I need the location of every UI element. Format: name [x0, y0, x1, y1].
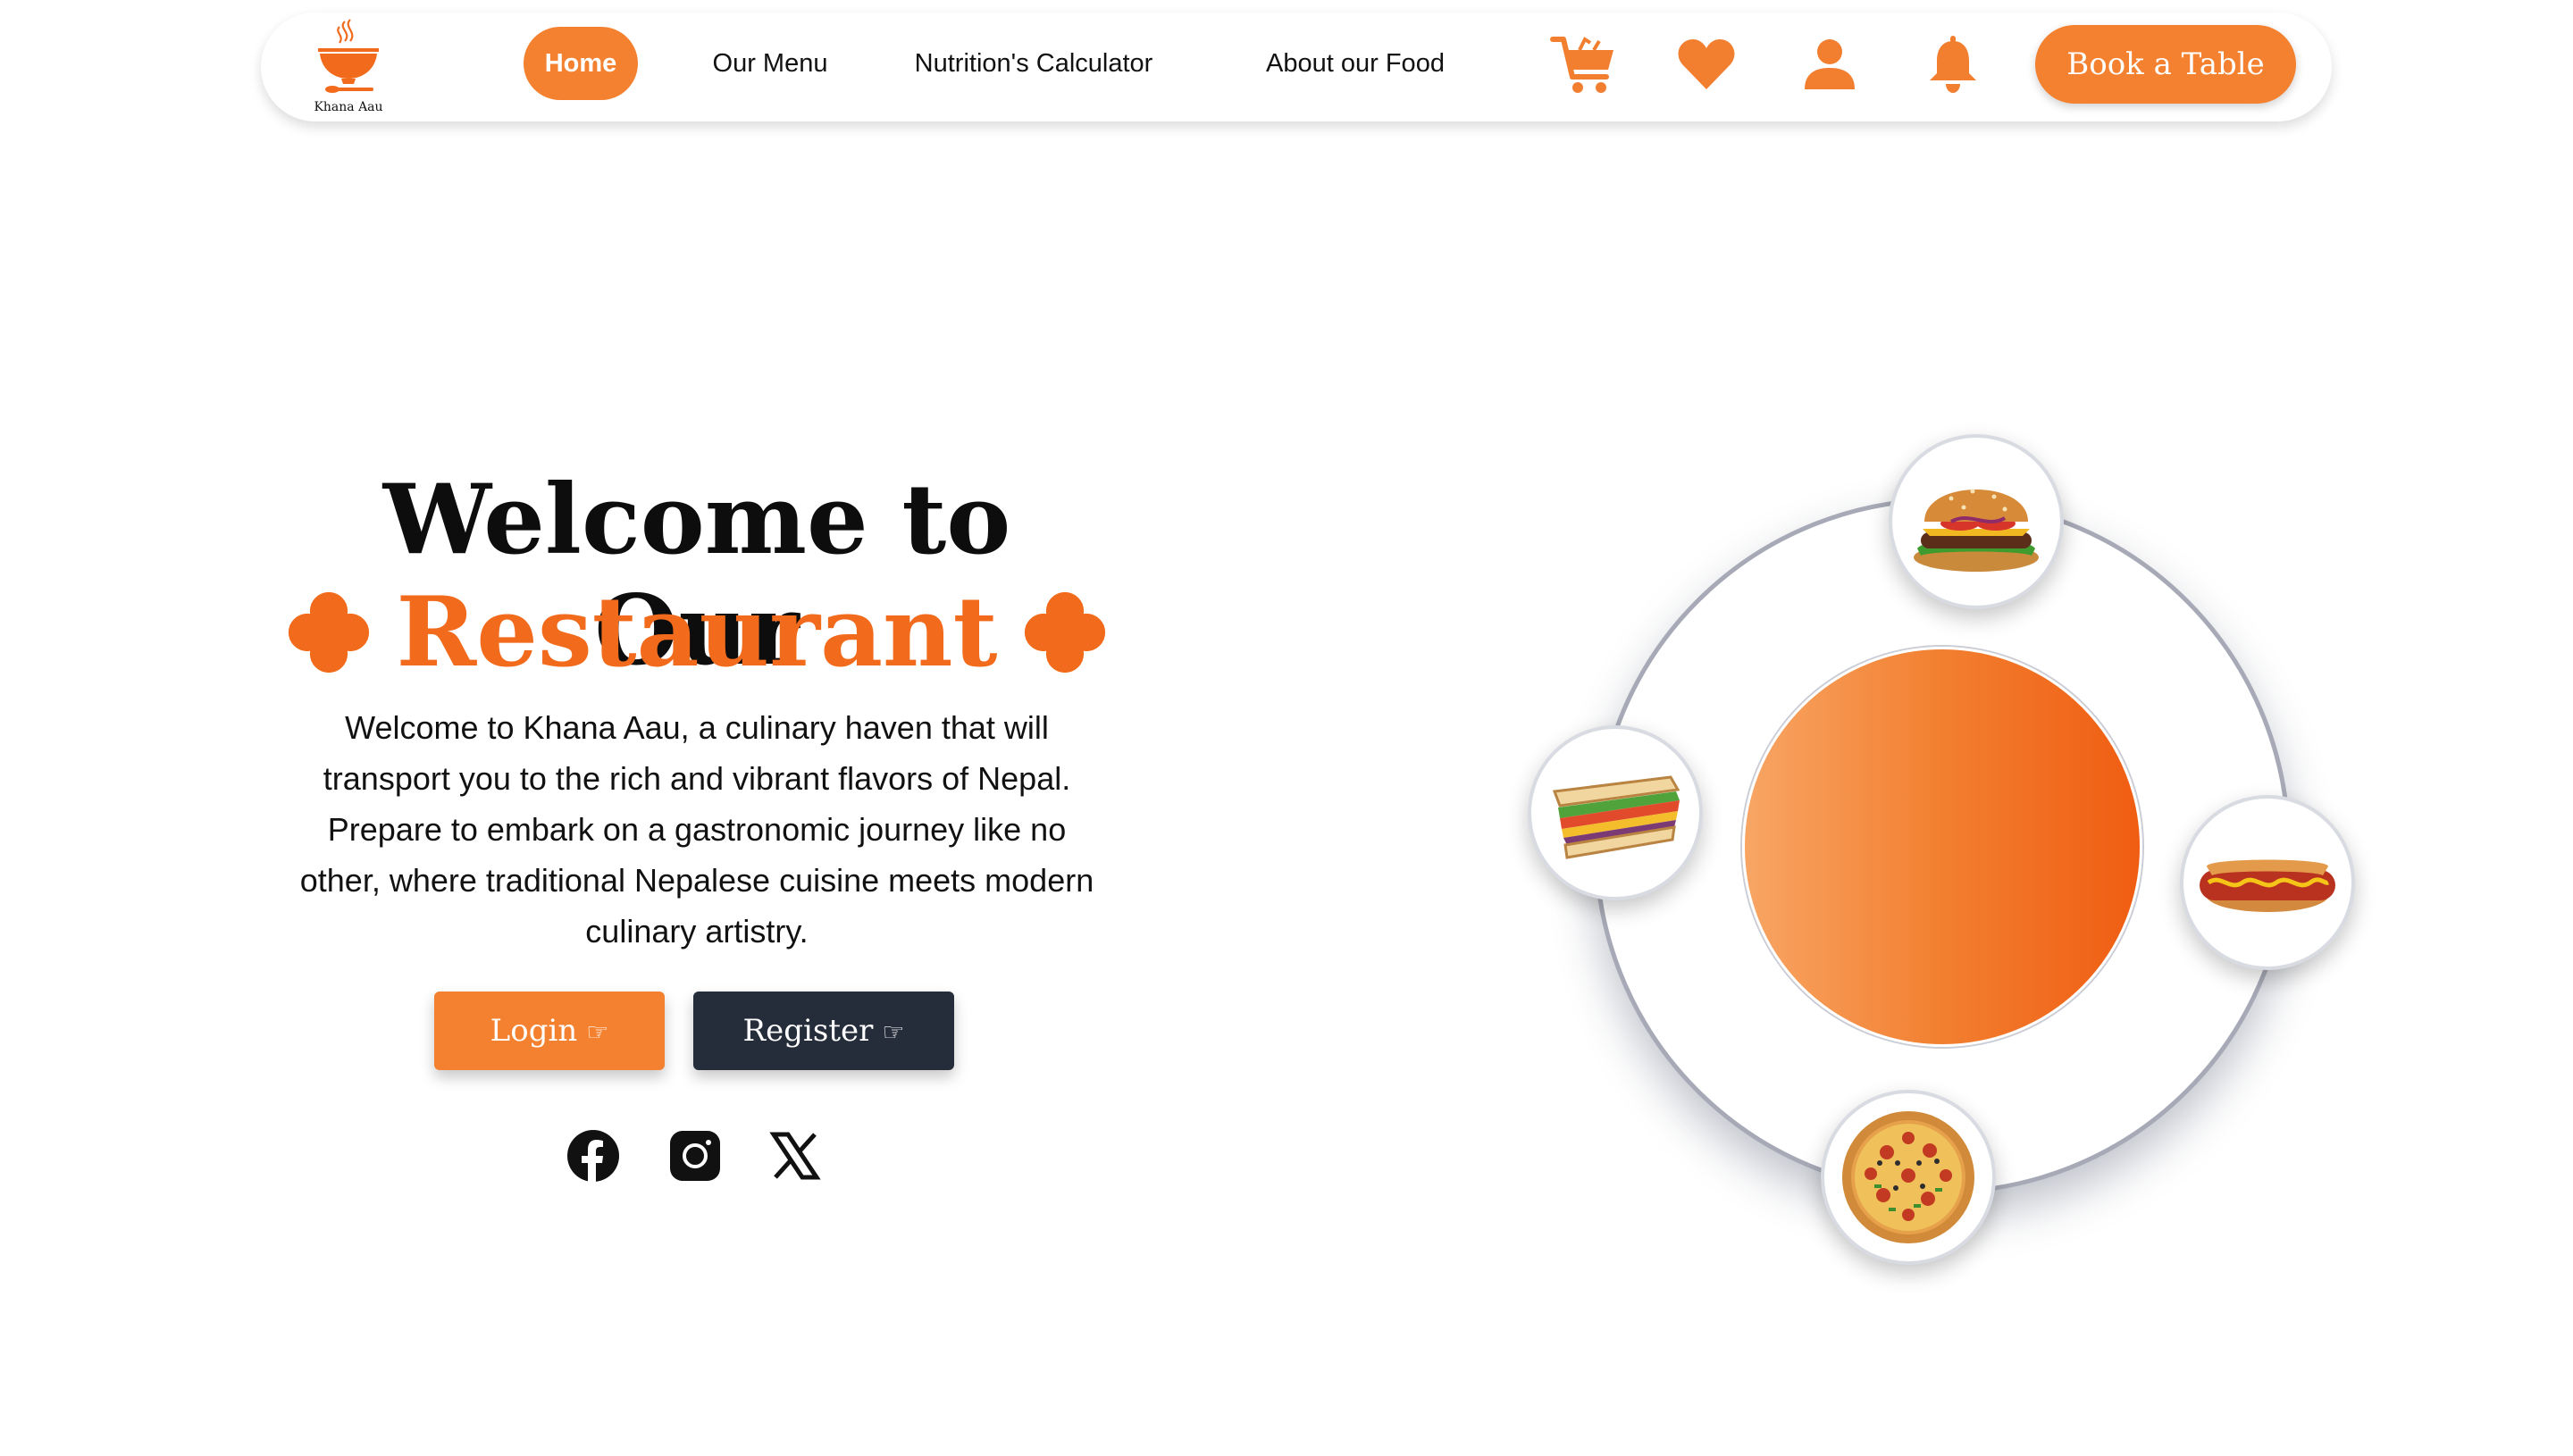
user-icon[interactable] — [1794, 29, 1865, 100]
logo[interactable]: Khana Aau — [307, 18, 390, 118]
hero-description: Welcome to Khana Aau, a culinary haven t… — [299, 709, 1094, 950]
login-button[interactable]: Login ☞ — [434, 992, 665, 1070]
hero-subtitle: Restaurant — [396, 576, 998, 689]
pointing-hand-icon: ☞ — [882, 1017, 905, 1047]
nav-nutrition-calculator[interactable]: Nutrition's Calculator — [877, 27, 1190, 100]
pizza-image[interactable] — [1821, 1090, 1996, 1265]
bell-icon[interactable] — [1917, 29, 1989, 100]
facebook-icon[interactable] — [566, 1129, 620, 1183]
nav-about-food[interactable]: About our Food — [1199, 27, 1512, 100]
pointing-hand-icon: ☞ — [586, 1017, 609, 1047]
burger-image[interactable] — [1889, 434, 2064, 609]
bowl-logo-icon — [318, 19, 379, 93]
hotdog-image[interactable] — [2180, 795, 2355, 970]
register-label: Register — [742, 1013, 874, 1049]
login-label: Login — [490, 1013, 578, 1049]
flower-icon — [1025, 591, 1106, 674]
heart-icon[interactable] — [1671, 29, 1742, 100]
instagram-icon[interactable] — [668, 1129, 722, 1183]
navbar: Khana Aau Home Our Menu Nutrition's Calc… — [261, 13, 2332, 121]
orange-plate — [1742, 647, 2142, 1047]
book-table-button[interactable]: Book a Table — [2035, 25, 2296, 104]
cart-icon[interactable] — [1547, 29, 1619, 100]
x-icon[interactable] — [768, 1129, 822, 1183]
flower-icon — [288, 591, 369, 674]
hero-subtitle-row: Restaurant — [268, 576, 1126, 689]
nav-home[interactable]: Home — [524, 27, 638, 100]
logo-text: Khana Aau — [314, 100, 383, 114]
nav-our-menu[interactable]: Our Menu — [681, 27, 859, 100]
sandwich-image[interactable] — [1528, 725, 1703, 900]
register-button[interactable]: Register ☞ — [693, 992, 954, 1070]
